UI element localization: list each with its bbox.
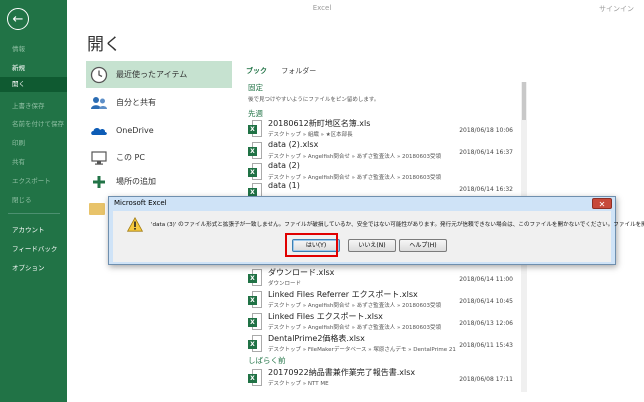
pinned-hint: 後で見つけやすいようにファイルをピン留めします。 [248, 97, 380, 103]
excel-backstage-window: ← 情報 新規 開く 上書き保存 名前を付けて保存 印刷 共有 エクスポート 閉… [0, 0, 644, 402]
file-name: data (2).xlsx [268, 140, 319, 149]
pinned-header: 固定 [248, 83, 263, 92]
window-title: Excel [312, 4, 332, 12]
file-name: 20170922納品書兼作業完了報告書.xlsx [268, 368, 416, 377]
annotation-highlight-box [285, 233, 338, 257]
files-tabs: ブック フォルダー [246, 66, 328, 76]
tab-workbooks[interactable]: ブック [246, 66, 267, 76]
help-button[interactable]: ヘルプ(H) [399, 239, 447, 252]
place-label: OneDrive [116, 126, 154, 135]
nav-info[interactable]: 情報 [12, 43, 25, 53]
cloud-icon [90, 122, 108, 140]
place-label: 場所の追加 [116, 177, 156, 186]
nav-options[interactable]: オプション [12, 262, 45, 272]
file-name: ダウンロード.xlsx [268, 268, 335, 277]
people-icon [90, 94, 108, 112]
file-row[interactable]: X 20180612新町地区名簿.xls デスクトップ » 組織 » ★区本部長… [248, 117, 513, 141]
file-date: 2018/06/14 11:00 [459, 276, 513, 283]
file-path: ダウンロード [268, 281, 302, 287]
place-label: 自分と共有 [116, 98, 156, 107]
file-date: 2018/06/14 16:37 [459, 149, 513, 156]
nav-save-as[interactable]: 名前を付けて保存 [12, 118, 64, 128]
file-date: 2018/06/13 12:06 [459, 320, 513, 327]
file-path: デスクトップ » 組織 » ★区本部長 [268, 132, 353, 138]
place-recent[interactable]: 最近使ったアイテム [86, 61, 232, 88]
page-title: 開く [87, 35, 121, 55]
place-shared[interactable]: 自分と共有 [86, 89, 232, 116]
file-row[interactable]: X 20170922納品書兼作業完了報告書.xlsx デスクトップ » NTT … [248, 366, 513, 390]
nav-share[interactable]: 共有 [12, 156, 25, 166]
excel-file-icon: X [248, 335, 262, 352]
file-path: デスクトップ » Angelfish問合せ » あずさ監査法人 » 201806… [268, 325, 442, 331]
backstage-nav: ← 情報 新規 開く 上書き保存 名前を付けて保存 印刷 共有 エクスポート 閉… [0, 0, 67, 402]
excel-file-icon: X [248, 120, 262, 137]
file-name: data (1) [268, 181, 300, 190]
dialog-message: 'data (3)' のファイル形式と拡張子が一致しません。ファイルが破損してい… [151, 222, 644, 228]
excel-file-icon: X [248, 142, 262, 159]
file-date: 2018/06/11 15:43 [459, 342, 513, 349]
file-name: data (2) [268, 161, 300, 170]
file-name: 20180612新町地区名簿.xls [268, 119, 371, 128]
file-name: Linked Files Referrer エクスポート.xlsx [268, 290, 418, 299]
signin-link[interactable]: サインイン [599, 4, 634, 14]
file-path: デスクトップ » Angelfish問合せ » あずさ監査法人 » 201806… [268, 303, 442, 309]
warning-icon [127, 217, 143, 232]
dialog-close-button[interactable]: ✕ [592, 198, 612, 209]
computer-icon [90, 149, 108, 167]
place-add[interactable]: 場所の追加 [86, 168, 232, 195]
file-path: デスクトップ » FileMakerデータベース » 塚原さんデモ » Dent… [268, 347, 456, 353]
file-name: Linked Files エクスポート.xlsx [268, 312, 383, 321]
dialog-body: 'data (3)' のファイル形式と拡張子が一致しません。ファイルが破損してい… [113, 211, 644, 262]
excel-file-icon: X [248, 269, 262, 286]
nav-open[interactable]: 開く [0, 77, 67, 92]
excel-file-icon: X [248, 291, 262, 308]
older-header: しばらく前 [248, 356, 286, 365]
nav-divider [8, 213, 60, 214]
plus-icon [90, 173, 108, 191]
nav-print[interactable]: 印刷 [12, 137, 25, 147]
dialog-titlebar[interactable]: Microsoft Excel ✕ [109, 197, 615, 211]
tab-folders[interactable]: フォルダー [281, 66, 316, 76]
place-label: 最近使ったアイテム [116, 70, 188, 79]
file-row[interactable]: X ダウンロード.xlsx ダウンロード 2018/06/14 11:00 [248, 266, 513, 290]
folder-icon[interactable] [89, 203, 105, 215]
clock-icon [90, 66, 108, 84]
nav-save[interactable]: 上書き保存 [12, 100, 45, 110]
excel-file-icon: X [248, 369, 262, 386]
file-date: 2018/06/14 10:45 [459, 298, 513, 305]
file-date: 2018/06/18 10:06 [459, 127, 513, 134]
place-label: この PC [116, 153, 145, 162]
nav-export[interactable]: エクスポート [12, 175, 51, 185]
excel-file-icon: X [248, 163, 262, 180]
nav-close[interactable]: 閉じる [12, 194, 32, 204]
file-path: デスクトップ » NTT ME [268, 381, 329, 387]
file-path: デスクトップ » Angelfish問合せ » あずさ監査法人 » 201806… [268, 154, 442, 160]
excel-file-icon: X [248, 313, 262, 330]
file-row[interactable]: X Linked Files エクスポート.xlsx デスクトップ » Ange… [248, 310, 513, 334]
place-onedrive[interactable]: OneDrive [86, 117, 232, 144]
nav-new[interactable]: 新規 [12, 62, 25, 72]
nav-account[interactable]: アカウント [12, 224, 45, 234]
warning-dialog: Microsoft Excel ✕ 'data (3)' のファイル形式と拡張子… [108, 196, 644, 265]
no-button[interactable]: いいえ(N) [348, 239, 396, 252]
place-this-pc[interactable]: この PC [86, 144, 232, 171]
file-row[interactable]: X DentalPrime2価格表.xlsx デスクトップ » FileMake… [248, 332, 513, 356]
file-name: DentalPrime2価格表.xlsx [268, 334, 365, 343]
nav-feedback[interactable]: フィードバック [12, 243, 57, 253]
file-date: 2018/06/08 17:11 [459, 376, 513, 383]
dialog-title: Microsoft Excel [114, 199, 167, 207]
file-row[interactable]: X Linked Files Referrer エクスポート.xlsx デスクト… [248, 288, 513, 312]
scrollbar-thumb[interactable] [522, 82, 526, 120]
file-date: 2018/06/14 16:32 [459, 186, 513, 193]
